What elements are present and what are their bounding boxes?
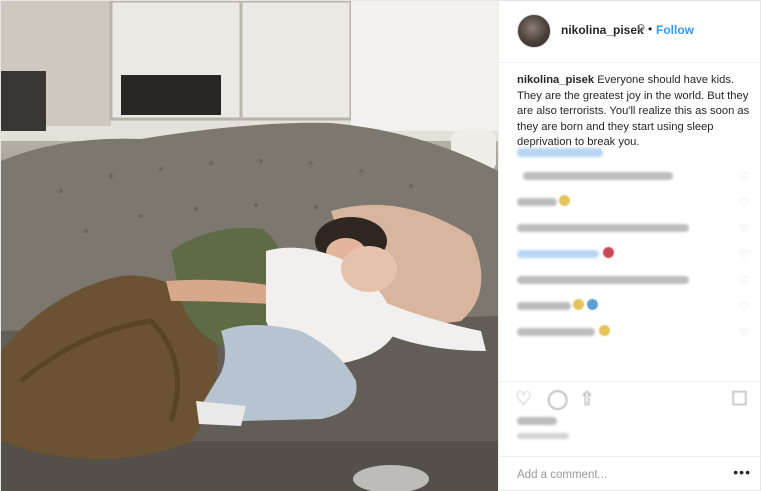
follow-button[interactable]: Follow [656,23,694,37]
heart-icon[interactable]: ♡ [739,300,749,313]
save-icon[interactable]: ☐ [731,388,748,411]
add-comment-bar: ••• [499,456,761,491]
heart-icon[interactable]: ♡ [739,170,749,183]
heart-icon[interactable]: ♡ [739,326,749,339]
post-caption: nikolina_pisek Everyone should have kids… [517,73,753,151]
blurred-comment [523,172,673,180]
header-username[interactable]: nikolina_pisek [561,23,644,37]
emoji-icon [599,325,610,336]
heart-icon[interactable]: ♡ [739,222,749,235]
heart-icon[interactable]: ♡ [739,274,749,287]
blurred-comment [517,250,599,258]
post-header: nikolina_pisek ⭘ • Follow [499,1,761,63]
post-sidebar: nikolina_pisek ⭘ • Follow nikolina_pisek… [498,1,761,491]
list-item: ♡ [517,193,753,213]
emoji-icon [573,299,584,310]
list-item: ♡ [517,219,753,239]
instagram-post: nikolina_pisek ⭘ • Follow nikolina_pisek… [0,0,761,491]
list-item: ♡ [517,271,753,291]
heart-icon[interactable]: ♡ [739,248,749,261]
share-icon[interactable]: ⇧ [579,388,595,411]
verified-badge-icon: ⭘ [637,23,645,34]
like-icon[interactable]: ♡ [515,388,532,411]
more-options-button[interactable]: ••• [733,464,751,480]
blurred-likes-count[interactable] [517,417,557,425]
post-actions: ♡ ◯ ⇧ ☐ [499,381,761,415]
separator-dot: • [648,22,653,36]
blurred-comment [517,328,595,336]
list-item: ♡ [517,323,753,343]
blurred-post-date [517,433,569,439]
photo-illustration [1,1,498,491]
add-comment-input[interactable] [517,467,717,483]
emoji-icon [587,299,598,310]
post-photo[interactable] [1,1,498,491]
blurred-comment [517,276,689,284]
comments-list: ♡ ♡ ♡ ♡ ♡ ♡ ♡ [517,167,753,349]
heart-icon[interactable]: ♡ [739,196,749,209]
avatar[interactable] [517,14,551,48]
emoji-icon [603,247,614,258]
blurred-comment [517,198,557,206]
blurred-hashtag[interactable] [517,148,603,157]
list-item: ♡ [517,167,753,187]
blurred-comment [517,224,689,232]
blurred-comment [517,302,571,310]
caption-username[interactable]: nikolina_pisek [517,74,594,86]
emoji-icon [559,195,570,206]
comment-icon[interactable]: ◯ [547,388,568,411]
list-item: ♡ [517,297,753,317]
list-item: ♡ [517,245,753,265]
